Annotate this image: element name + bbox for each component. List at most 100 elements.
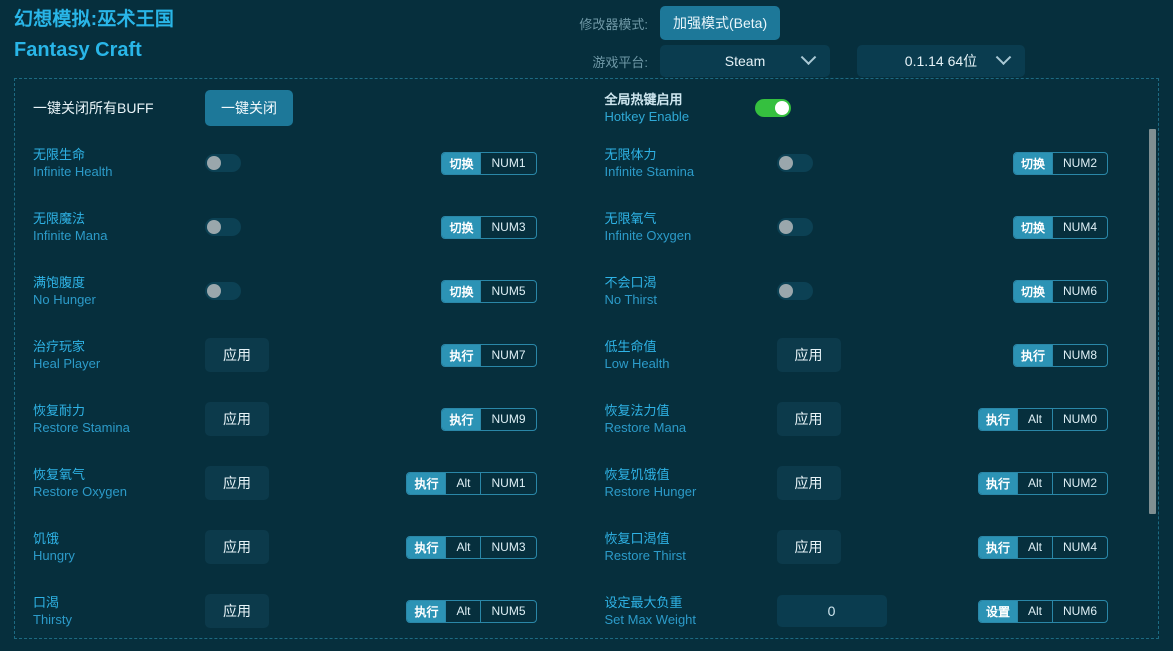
cheat-row: 恢复法力值Restore Mana应用 执行AltNUM0 [587,387,1159,451]
toggle-knob [779,220,793,234]
hotkey-enable-label-cn: 全局热键启用 [605,91,755,108]
hotkey-key: NUM4 [1052,217,1107,238]
left-column: 一键关闭所有BUFF 一键关闭 无限生命Infinite Health切换NUM… [15,79,587,638]
hotkey-action-label: 执行 [407,473,445,494]
cheat-row-label: 恢复饥饿值Restore Hunger [605,466,777,500]
hotkey-badge[interactable]: 执行AltNUM1 [406,472,536,495]
platform-label: 游戏平台: [560,52,660,71]
apply-button[interactable]: 应用 [205,594,269,628]
apply-button[interactable]: 应用 [205,338,269,372]
hotkey-action-label: 执行 [1014,345,1052,366]
cheat-toggle[interactable] [205,218,241,236]
hotkey-badge[interactable]: 切换NUM2 [1013,152,1108,175]
cheat-row-label-en: Infinite Oxygen [605,227,777,244]
one-click-buff-row: 一键关闭所有BUFF 一键关闭 [15,85,587,131]
apply-button[interactable]: 应用 [205,466,269,500]
cheat-row-control [777,282,977,300]
max-weight-input[interactable] [777,595,887,627]
hotkey-action-label: 切换 [442,153,480,174]
hotkey-key: NUM2 [1052,473,1107,494]
hotkey-enable-toggle[interactable] [755,99,791,117]
apply-button[interactable]: 应用 [205,530,269,564]
hotkey-badge[interactable]: 切换NUM4 [1013,216,1108,239]
hotkey-action-label: 切换 [442,281,480,302]
cheat-row: 设定最大负重Set Max Weight 设置AltNUM6 [587,579,1159,639]
version-select[interactable]: 0.1.14 64位 [857,45,1025,77]
hotkey-badge[interactable]: 切换NUM3 [441,216,536,239]
apply-button[interactable]: 应用 [777,530,841,564]
hotkey-badge[interactable]: 执行AltNUM2 [978,472,1108,495]
cheat-row-label: 无限魔法Infinite Mana [33,210,205,244]
modifier-mode-button[interactable]: 加强模式(Beta) [660,6,780,40]
hotkey-wrapper: 切换NUM2 [977,152,1159,175]
hotkey-badge[interactable]: 切换NUM5 [441,280,536,303]
cheat-row-label-en: Infinite Health [33,163,205,180]
cheat-row-label: 恢复口渴值Restore Thirst [605,530,777,564]
apply-button[interactable]: 应用 [205,402,269,436]
cheat-row-label-cn: 无限生命 [33,146,205,163]
hotkey-badge[interactable]: 执行AltNUM5 [406,600,536,623]
cheat-row-label-cn: 无限体力 [605,146,777,163]
cheat-row-label-cn: 不会口渴 [605,274,777,291]
platform-row: 游戏平台: Steam 0.1.14 64位 [560,44,1160,78]
cheat-row-label-en: Infinite Stamina [605,163,777,180]
hotkey-badge[interactable]: 执行AltNUM3 [406,536,536,559]
cheat-row-control [205,282,405,300]
hotkey-action-label: 切换 [442,217,480,238]
cheat-row: 无限魔法Infinite Mana 切换NUM3 [15,195,587,259]
hotkey-action-label: 执行 [979,473,1017,494]
toggle-knob [207,220,221,234]
cheat-row-label-en: No Hunger [33,291,205,308]
cheat-row-label-cn: 设定最大负重 [605,594,777,611]
apply-button[interactable]: 应用 [777,338,841,372]
mode-row: 修改器模式: 加强模式(Beta) [560,6,1160,40]
hotkey-badge[interactable]: 设置AltNUM6 [978,600,1108,623]
cheat-row: 低生命值Low Health应用执行NUM8 [587,323,1159,387]
hotkey-badge[interactable]: 执行NUM8 [1013,344,1108,367]
hotkey-action-label: 切换 [1014,281,1052,302]
hotkey-key: Alt [445,537,480,558]
cheat-row-label: 无限生命Infinite Health [33,146,205,180]
cheat-row-control: 应用 [777,466,977,500]
cheat-row-control: 应用 [205,338,405,372]
header-controls: 修改器模式: 加强模式(Beta) 游戏平台: Steam 0.1.14 64位 [560,6,1160,82]
hotkey-wrapper: 执行AltNUM4 [977,536,1159,559]
apply-button[interactable]: 应用 [777,402,841,436]
cheat-row-label: 恢复法力值Restore Mana [605,402,777,436]
cheat-toggle[interactable] [777,154,813,172]
cheat-row-control: 应用 [205,466,405,500]
cheat-row-label-cn: 恢复氧气 [33,466,205,483]
toggle-knob [207,284,221,298]
cheat-row-control: 应用 [205,530,405,564]
platform-select[interactable]: Steam [660,45,830,77]
hotkey-key: Alt [445,473,480,494]
hotkey-badge[interactable]: 切换NUM1 [441,152,536,175]
toggle-knob [779,284,793,298]
hotkey-badge[interactable]: 执行NUM9 [441,408,536,431]
cheat-toggle[interactable] [205,154,241,172]
cheat-row-label: 设定最大负重Set Max Weight [605,594,777,628]
one-click-close-button[interactable]: 一键关闭 [205,90,293,126]
one-click-control: 一键关闭 [205,90,405,126]
hotkey-badge[interactable]: 执行AltNUM4 [978,536,1108,559]
hotkey-action-label: 切换 [1014,217,1052,238]
cheat-row: 口渴Thirsty应用执行AltNUM5 [15,579,587,639]
cheat-row-control: 应用 [777,338,977,372]
cheat-row-label-en: No Thirst [605,291,777,308]
hotkey-key: NUM1 [480,153,535,174]
hotkey-badge[interactable]: 执行AltNUM0 [978,408,1108,431]
chevron-down-icon [801,49,817,65]
cheat-toggle[interactable] [205,282,241,300]
hotkey-badge[interactable]: 执行NUM7 [441,344,536,367]
apply-button[interactable]: 应用 [777,466,841,500]
vertical-scrollbar[interactable] [1149,129,1156,514]
app-header: 幻想模拟:巫术王国 Fantasy Craft 修改器模式: 加强模式(Beta… [0,0,1173,78]
cheat-row: 不会口渴No Thirst 切换NUM6 [587,259,1159,323]
cheat-row-control: 应用 [777,402,977,436]
cheat-toggle[interactable] [777,282,813,300]
cheat-row: 恢复口渴值Restore Thirst应用 执行AltNUM4 [587,515,1159,579]
hotkey-badge[interactable]: 切换NUM6 [1013,280,1108,303]
cheat-toggle[interactable] [777,218,813,236]
hotkey-enable-row: 全局热键启用 Hotkey Enable [587,85,1159,131]
hotkey-wrapper: 设置AltNUM6 [977,600,1159,623]
